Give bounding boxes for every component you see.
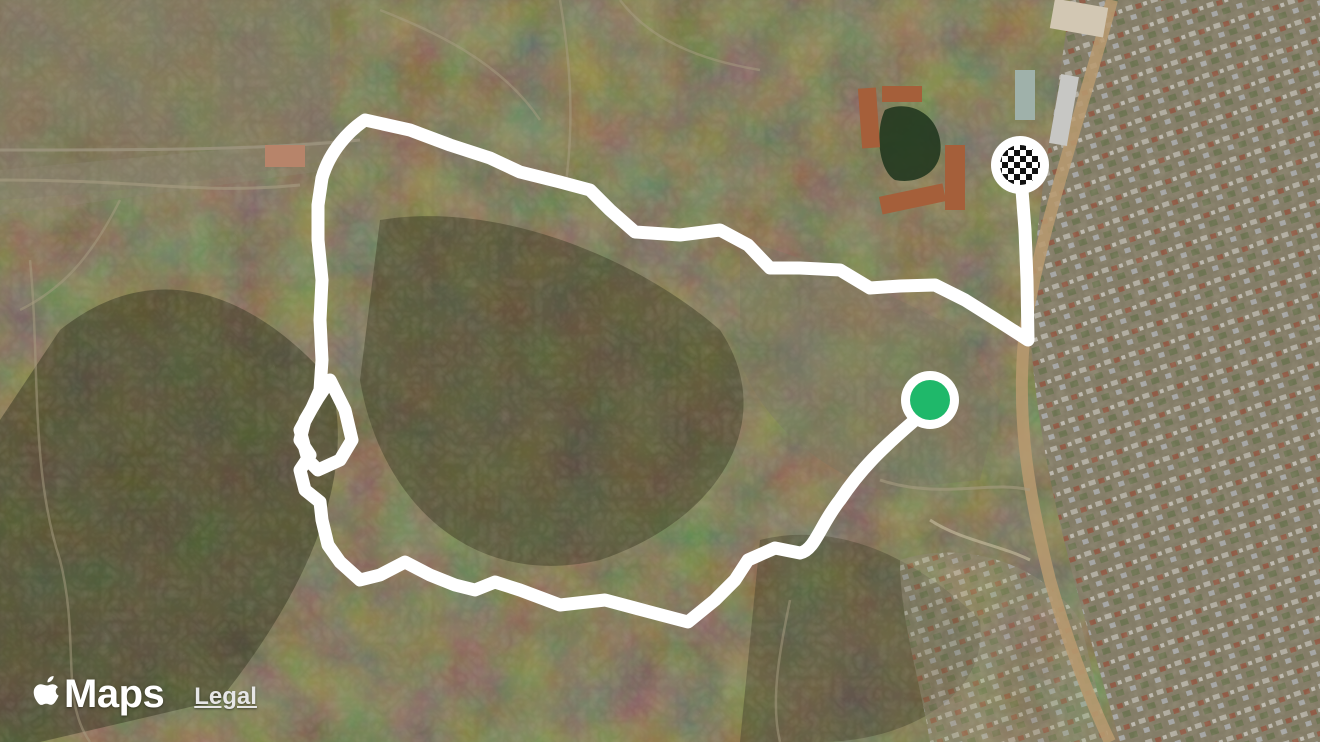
start-marker[interactable] bbox=[901, 371, 959, 429]
satellite-map[interactable]: Maps Legal bbox=[0, 0, 1320, 742]
apple-logo-icon bbox=[33, 676, 59, 705]
maps-brand-label: Maps bbox=[64, 672, 165, 716]
map-attribution: Maps Legal bbox=[32, 670, 257, 718]
legal-link[interactable]: Legal bbox=[194, 683, 257, 711]
route-path bbox=[293, 113, 1035, 629]
finish-flag-icon[interactable] bbox=[991, 136, 1049, 194]
route-overlay bbox=[293, 113, 1049, 629]
